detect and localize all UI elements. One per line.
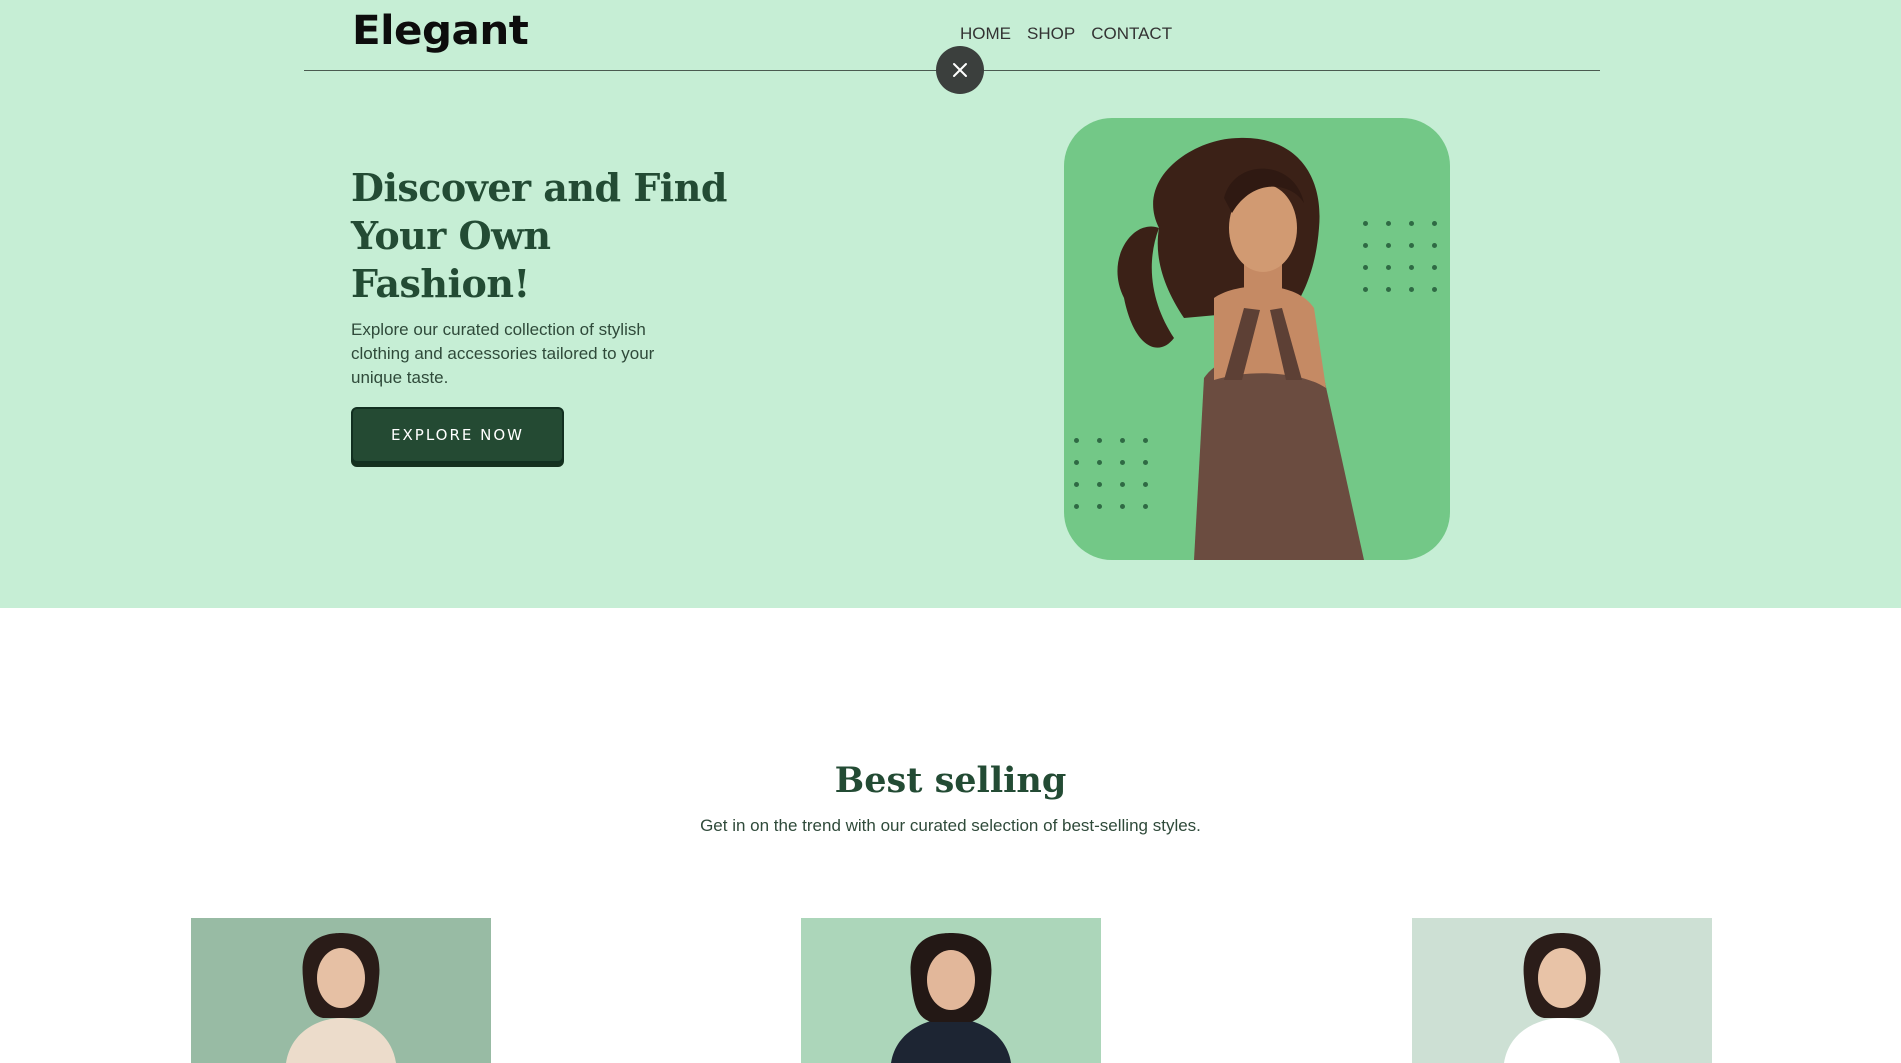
nav-shop[interactable]: SHOP	[1027, 24, 1075, 44]
product-image	[891, 933, 1011, 1063]
hero-model-image	[1064, 118, 1450, 560]
hero-section: Elegant HOME SHOP CONTACT Discover and F…	[0, 0, 1901, 608]
explore-now-button[interactable]: EXPLORE NOW	[351, 407, 564, 463]
hero-title: Discover and Find Your Own Fashion!	[351, 165, 727, 306]
best-selling-title: Best selling	[834, 760, 1067, 801]
product-card[interactable]	[1412, 918, 1712, 1063]
brand-logo[interactable]: Elegant	[352, 8, 529, 54]
nav-home[interactable]: HOME	[960, 24, 1011, 44]
product-image	[286, 933, 396, 1063]
best-selling-subtitle: Get in on the trend with our curated sel…	[700, 816, 1201, 835]
product-image	[1504, 933, 1620, 1063]
hero-description: Explore our curated collection of stylis…	[351, 320, 655, 387]
main-nav: HOME SHOP CONTACT	[960, 24, 1172, 44]
nav-contact[interactable]: CONTACT	[1091, 24, 1172, 44]
product-card[interactable]	[801, 918, 1101, 1063]
model-illustration	[1117, 137, 1364, 560]
close-button[interactable]	[936, 46, 984, 94]
product-card[interactable]	[191, 918, 491, 1063]
close-icon	[953, 63, 967, 77]
